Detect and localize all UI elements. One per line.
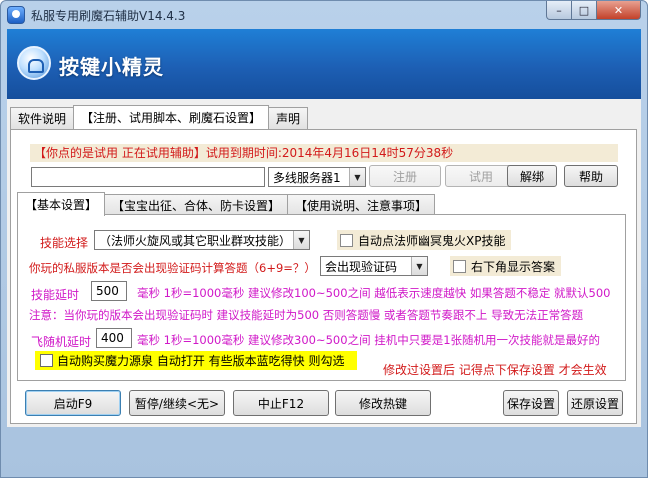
delay-label: 技能延时 — [31, 288, 80, 302]
sprite-logo-icon — [17, 46, 51, 80]
title-bar[interactable]: 私服专用刷魔石辅助V14.4.3 – □ ✕ — [1, 1, 647, 29]
trial-notice: 【你点的是试用 正在试用辅助】试用到期时间:2014年4月16日14时57分38… — [30, 144, 618, 162]
restore-settings-button[interactable]: 还原设置 — [567, 390, 623, 416]
skill-select[interactable]: （法师火旋风或其它职业群攻技能） ▼ — [94, 230, 310, 250]
maximize-icon: □ — [578, 3, 590, 17]
chevron-down-icon: ▼ — [349, 168, 365, 186]
fly-delay-label: 飞随机延时 — [31, 335, 92, 349]
brand-banner: 按键小精灵 — [7, 29, 641, 99]
unbind-button[interactable]: 解绑 — [507, 165, 557, 187]
tab-software-info[interactable]: 软件说明 — [10, 107, 75, 129]
start-button[interactable]: 启动F9 — [25, 390, 121, 416]
register-button[interactable]: 注册 — [369, 165, 441, 187]
corner-answer-checkbox[interactable]: 右下角显示答案 — [450, 256, 562, 276]
client-area: 软件说明 【注册、试用脚本、刷魔石设置】 声明 【你点的是试用 正在试用辅助】试… — [7, 99, 641, 427]
help-button[interactable]: 帮助 — [564, 165, 618, 187]
captcha-select-value: 会出现验证码 — [325, 259, 398, 274]
captcha-question: 你玩的私服版本是否会出现验证码计算答题（6+9=？） — [29, 261, 316, 275]
captcha-warning: 注意：当你玩的版本会出现验证码时 建议技能延时为500 否则答题慢 或者答题节奏… — [29, 308, 584, 322]
main-tab-strip: 软件说明 【注册、试用脚本、刷魔石设置】 声明 — [10, 105, 309, 129]
delay-hint: 毫秒 1秒=1000毫秒 建议修改100~500之间 越低表示速度越快 如果答题… — [137, 286, 611, 300]
auto-buy-label: 自动购买魔力源泉 自动打开 有些版本蓝吃得快 则勾选 — [57, 354, 345, 368]
chevron-down-icon: ▼ — [411, 257, 427, 275]
modify-hotkey-button[interactable]: 修改热键 — [335, 390, 431, 416]
minimize-button[interactable]: – — [546, 1, 572, 20]
tab-basic-settings[interactable]: 【基本设置】 — [17, 192, 106, 216]
app-icon — [7, 6, 25, 24]
skill-select-value: （法师火旋风或其它职业群攻技能） — [99, 233, 292, 248]
app-window: 私服专用刷魔石辅助V14.4.3 – □ ✕ 按键小精灵 软件说明 【注册、试用… — [0, 0, 648, 478]
banner-title: 按键小精灵 — [59, 55, 164, 79]
auto-skill-checkbox[interactable]: 自动点法师幽冥鬼火XP技能 — [337, 230, 512, 250]
registration-code-input[interactable] — [31, 167, 265, 187]
close-icon: ✕ — [613, 3, 624, 17]
stop-button[interactable]: 中止F12 — [233, 390, 329, 416]
save-settings-button[interactable]: 保存设置 — [503, 390, 559, 416]
minimize-icon: – — [556, 3, 562, 17]
window-controls: – □ ✕ — [546, 1, 641, 21]
skill-label: 技能选择 — [40, 236, 89, 250]
maximize-button[interactable]: □ — [572, 1, 597, 20]
chevron-down-icon: ▼ — [293, 231, 309, 249]
tab-usage-notes[interactable]: 【使用说明、注意事项】 — [287, 194, 436, 216]
close-button[interactable]: ✕ — [597, 1, 641, 20]
tab-register-settings[interactable]: 【注册、试用脚本、刷魔石设置】 — [73, 105, 270, 129]
checkbox-box — [340, 233, 353, 247]
pause-resume-button[interactable]: 暂停/继续<无> — [129, 390, 225, 416]
fly-delay-hint: 毫秒 1秒=1000毫秒 建议修改300~500之间 挂机中只要是1张随机用一次… — [137, 333, 601, 347]
checkbox-box — [453, 259, 466, 273]
fly-delay-input[interactable] — [96, 328, 132, 348]
inner-tab-strip: 【基本设置】 【宝宝出征、合体、防卡设置】 【使用说明、注意事项】 — [17, 192, 436, 216]
skill-delay-input[interactable] — [91, 281, 127, 301]
auto-skill-label: 自动点法师幽冥鬼火XP技能 — [358, 233, 506, 248]
captcha-select[interactable]: 会出现验证码 ▼ — [320, 256, 428, 276]
corner-answer-label: 右下角显示答案 — [471, 259, 556, 274]
tab-pet-settings[interactable]: 【宝宝出征、合体、防卡设置】 — [104, 194, 289, 216]
checkbox-box — [40, 354, 53, 367]
auto-buy-checkbox[interactable]: 自动购买魔力源泉 自动打开 有些版本蓝吃得快 则勾选 — [35, 351, 357, 370]
tab-statement[interactable]: 声明 — [268, 107, 309, 129]
window-title: 私服专用刷魔石辅助V14.4.3 — [31, 9, 186, 23]
save-hint: 修改过设置后 记得点下保存设置 才会生效 — [383, 363, 607, 377]
server-select[interactable]: 多线服务器1 ▼ — [268, 167, 366, 187]
server-select-value: 多线服务器1 — [273, 170, 341, 185]
